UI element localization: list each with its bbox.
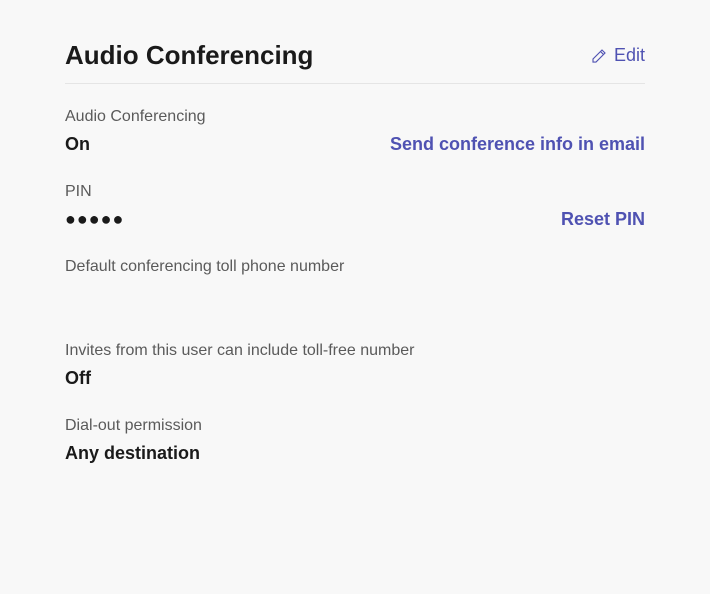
pin-value-masked: ●●●●● [65,209,124,230]
field-value: Any destination [65,443,200,464]
field-label: Audio Conferencing [65,108,645,126]
field-value: Off [65,368,91,389]
field-value: On [65,134,90,155]
field-audio-conferencing: Audio Conferencing On Send conference in… [65,108,645,155]
field-label: Default conferencing toll phone number [65,258,645,276]
field-label: Dial-out permission [65,417,645,435]
field-label: Invites from this user can include toll-… [65,342,645,360]
field-toll-number: Default conferencing toll phone number [65,258,645,284]
reset-pin-link[interactable]: Reset PIN [561,209,645,230]
section-title: Audio Conferencing [65,40,313,71]
send-conference-info-link[interactable]: Send conference info in email [390,134,645,155]
section-header: Audio Conferencing Edit [65,40,645,84]
field-pin: PIN ●●●●● Reset PIN [65,183,645,230]
field-dial-out: Dial-out permission Any destination [65,417,645,464]
edit-label: Edit [614,45,645,66]
pencil-icon [590,47,608,65]
field-label: PIN [65,183,645,201]
field-toll-free: Invites from this user can include toll-… [65,342,645,389]
edit-button[interactable]: Edit [590,45,645,66]
